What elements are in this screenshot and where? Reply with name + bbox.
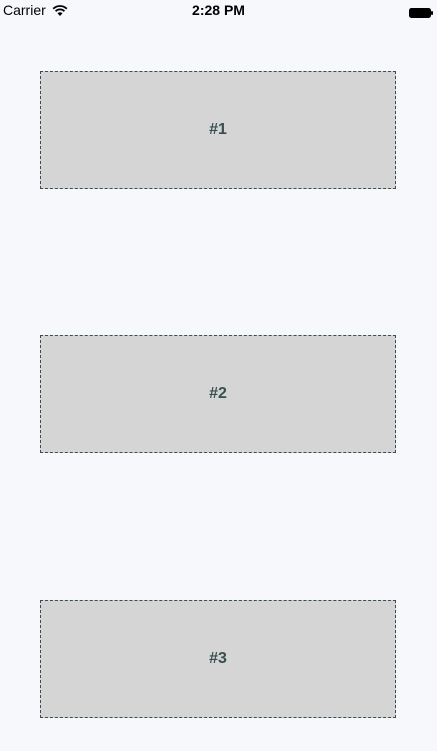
status-bar: Carrier 2:28 PM — [0, 0, 437, 20]
box-2: #2 — [40, 335, 396, 453]
battery-icon — [409, 5, 433, 18]
box-1: #1 — [40, 71, 396, 189]
box-label-1: #1 — [209, 121, 227, 138]
box-label-3: #3 — [209, 650, 227, 667]
box-label-2: #2 — [209, 385, 227, 402]
box-3: #3 — [40, 600, 396, 718]
status-time: 2:28 PM — [192, 2, 245, 18]
